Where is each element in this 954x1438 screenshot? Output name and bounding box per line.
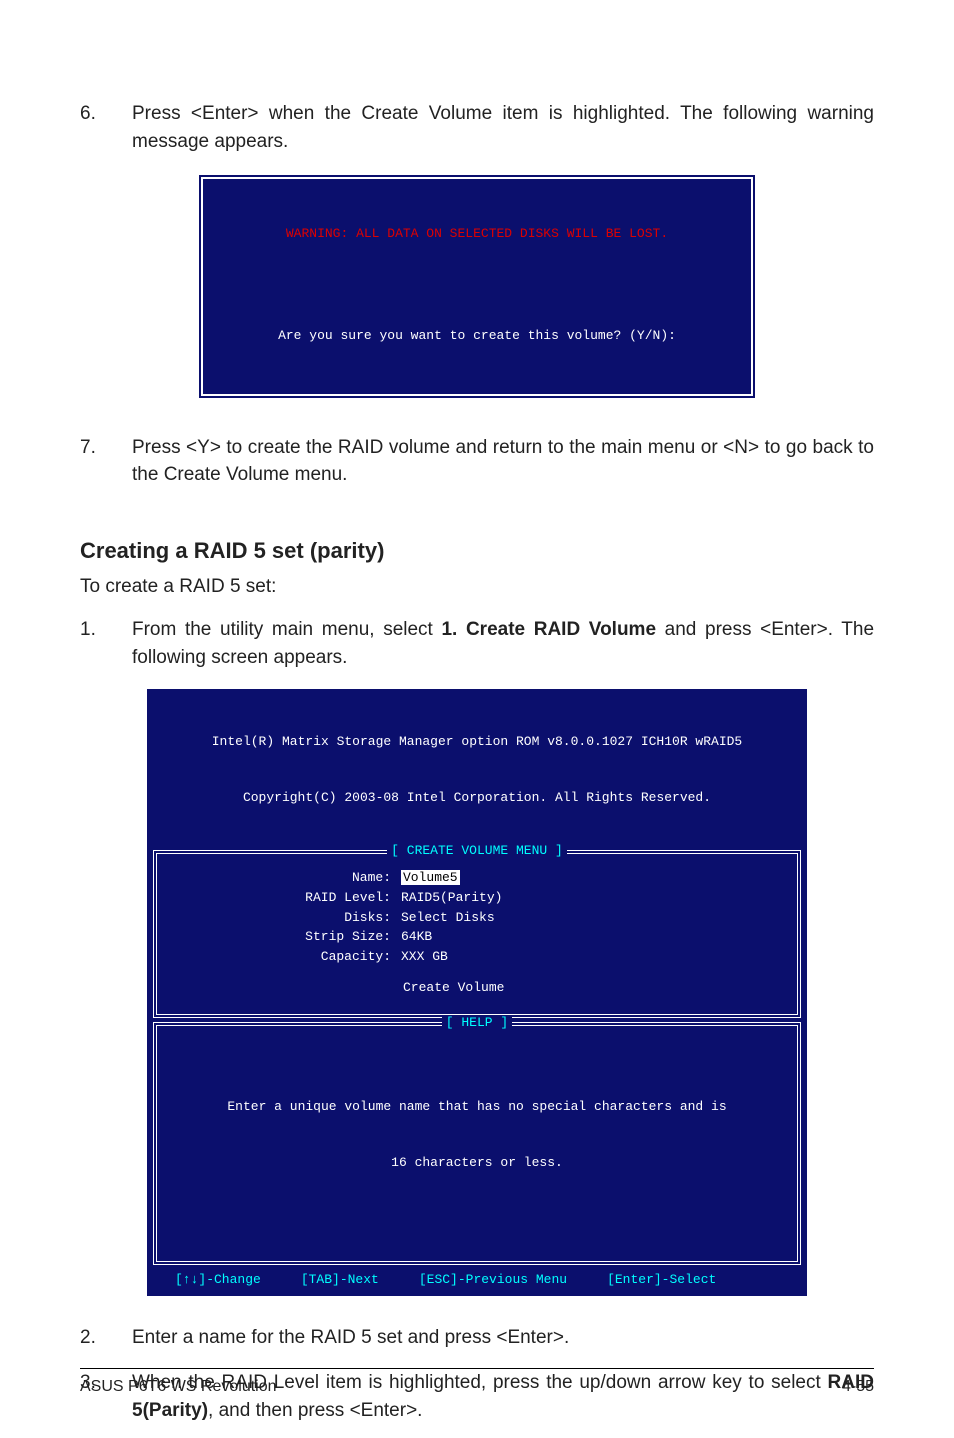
step-text-bold: 1. Create RAID Volume bbox=[441, 619, 656, 640]
step-1: 1. From the utility main menu, select 1.… bbox=[80, 616, 874, 671]
bios-header-line: Copyright(C) 2003-08 Intel Corporation. … bbox=[153, 789, 801, 808]
field-disks-row: Disks: Select Disks bbox=[171, 909, 783, 928]
field-value: Volume5 bbox=[401, 869, 783, 888]
field-capacity-row: Capacity: XXX GB bbox=[171, 948, 783, 967]
field-value: Select Disks bbox=[401, 909, 783, 928]
field-label: Name: bbox=[171, 869, 391, 888]
step-text: Press <Y> to create the RAID volume and … bbox=[132, 434, 874, 489]
warning-box: WARNING: ALL DATA ON SELECTED DISKS WILL… bbox=[197, 173, 757, 399]
key-hint-change: [↑↓]-Change bbox=[175, 1271, 261, 1290]
step-2: 2. Enter a name for the RAID 5 set and p… bbox=[80, 1324, 874, 1352]
warning-prompt: Are you sure you want to create this vol… bbox=[243, 327, 711, 346]
step-text-pre: From the utility main menu, select bbox=[132, 619, 441, 640]
field-label: Strip Size: bbox=[171, 928, 391, 947]
step-number: 6. bbox=[80, 100, 104, 155]
bios-footer-keys: [↑↓]-Change [TAB]-Next [ESC]-Previous Me… bbox=[147, 1269, 807, 1294]
field-value: RAID5(Parity) bbox=[401, 889, 783, 908]
frame-title: [ HELP ] bbox=[157, 1014, 797, 1033]
step-number: 1. bbox=[80, 616, 104, 671]
bios-screenshot: Intel(R) Matrix Storage Manager option R… bbox=[80, 689, 874, 1295]
field-label: Capacity: bbox=[171, 948, 391, 967]
warning-red-line: WARNING: ALL DATA ON SELECTED DISKS WILL… bbox=[243, 225, 711, 244]
field-raid-level-row: RAID Level: RAID5(Parity) bbox=[171, 889, 783, 908]
step-text: Enter a name for the RAID 5 set and pres… bbox=[132, 1324, 874, 1352]
step-text-post: , and then press <Enter>. bbox=[208, 1400, 422, 1421]
step-6: 6. Press <Enter> when the Create Volume … bbox=[80, 100, 874, 155]
help-line: 16 characters or less. bbox=[181, 1154, 773, 1173]
section-lead: To create a RAID 5 set: bbox=[80, 573, 874, 601]
field-value: 64KB bbox=[401, 928, 783, 947]
step-text: From the utility main menu, select 1. Cr… bbox=[132, 616, 874, 671]
page-footer: ASUS P6T6 WS Revolution 4-55 bbox=[80, 1368, 874, 1398]
field-value: XXX GB bbox=[401, 948, 783, 967]
section-title: Creating a RAID 5 set (parity) bbox=[80, 535, 874, 567]
field-label: RAID Level: bbox=[171, 889, 391, 908]
help-line: Enter a unique volume name that has no s… bbox=[181, 1098, 773, 1117]
bios-box: Intel(R) Matrix Storage Manager option R… bbox=[147, 689, 807, 1295]
step-7: 7. Press <Y> to create the RAID volume a… bbox=[80, 434, 874, 489]
step-text: Press <Enter> when the Create Volume ite… bbox=[132, 100, 874, 155]
step-number: 2. bbox=[80, 1324, 104, 1352]
create-volume-action: Create Volume bbox=[171, 979, 783, 998]
field-label: Disks: bbox=[171, 909, 391, 928]
frame-title: [ CREATE VOLUME MENU ] bbox=[157, 842, 797, 861]
key-hint-next: [TAB]-Next bbox=[301, 1271, 379, 1290]
help-text: Enter a unique volume name that has no s… bbox=[171, 1036, 783, 1245]
bios-header-line: Intel(R) Matrix Storage Manager option R… bbox=[153, 733, 801, 752]
footer-left: ASUS P6T6 WS Revolution bbox=[80, 1375, 277, 1398]
key-hint-prev: [ESC]-Previous Menu bbox=[419, 1271, 567, 1290]
footer-page-number: 4-55 bbox=[842, 1375, 874, 1398]
create-volume-menu-frame: [ CREATE VOLUME MENU ] Name: Volume5 RAI… bbox=[153, 850, 801, 1018]
bios-header: Intel(R) Matrix Storage Manager option R… bbox=[147, 689, 807, 848]
warning-box-wrap: WARNING: ALL DATA ON SELECTED DISKS WILL… bbox=[80, 173, 874, 399]
key-hint-select: [Enter]-Select bbox=[607, 1271, 716, 1290]
step-number: 7. bbox=[80, 434, 104, 489]
field-strip-size-row: Strip Size: 64KB bbox=[171, 928, 783, 947]
field-name-row: Name: Volume5 bbox=[171, 869, 783, 888]
help-frame: [ HELP ] Enter a unique volume name that… bbox=[153, 1022, 801, 1265]
